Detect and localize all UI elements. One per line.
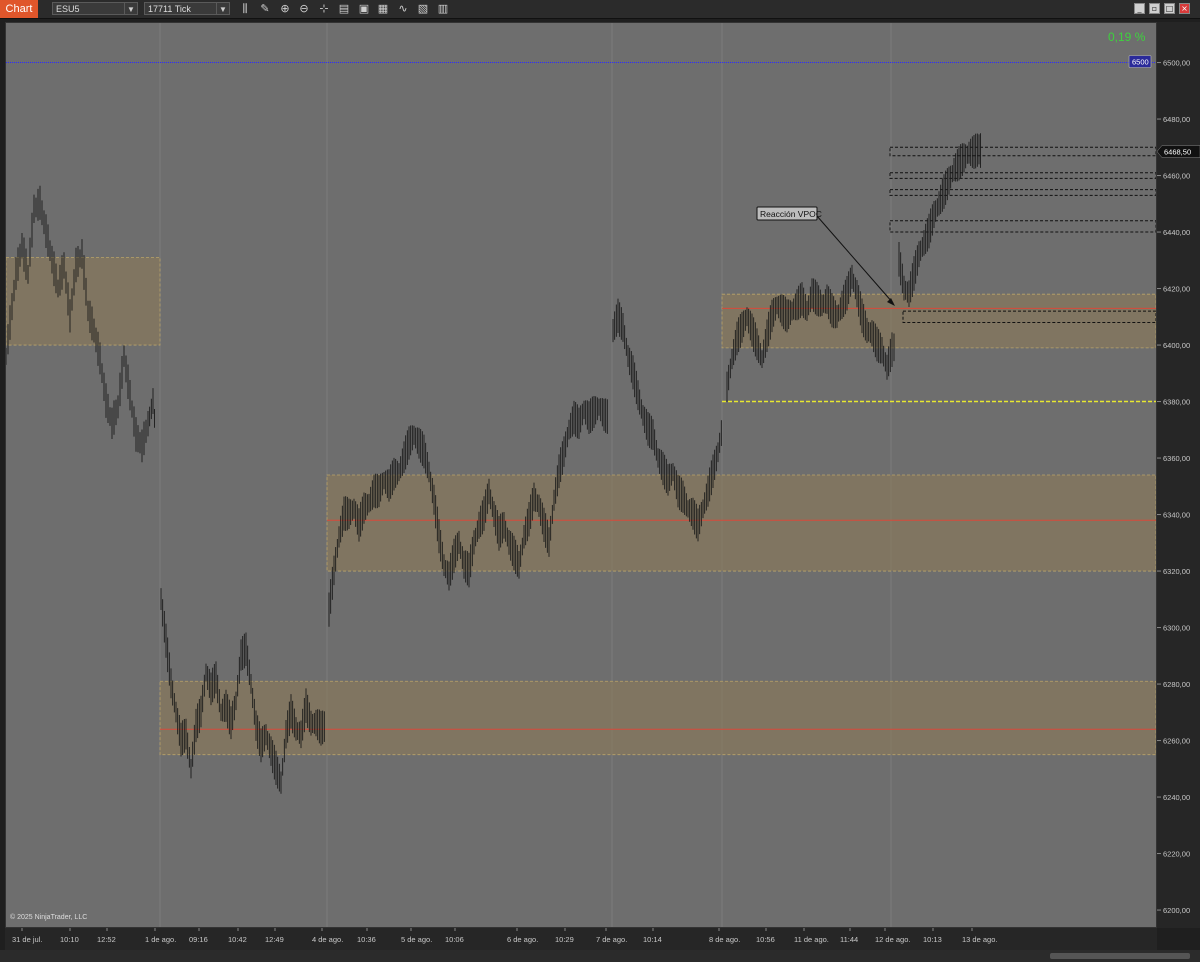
chart-trader-icon[interactable]: ▥ <box>436 2 450 16</box>
zone-box <box>889 220 1157 233</box>
value-area-zone <box>5 257 161 346</box>
time-tick-label: 1 de ago. <box>145 935 176 944</box>
time-tick-label: 10:29 <box>555 935 574 944</box>
price-tick-label: 6420,00 <box>1163 285 1190 294</box>
indicators-icon[interactable]: ∿ <box>396 2 410 16</box>
instrument-value: ESU5 <box>56 4 80 14</box>
zone-box <box>889 189 1157 196</box>
zone-box <box>889 172 1157 179</box>
time-tick-label: 31 de jul. <box>12 935 42 944</box>
price-tick-label: 6440,00 <box>1163 228 1190 237</box>
price-tick-label: 6200,00 <box>1163 906 1190 915</box>
price-tick-label: 6340,00 <box>1163 511 1190 520</box>
price-tick-label: 6280,00 <box>1163 680 1190 689</box>
price-tick-label: 6460,00 <box>1163 172 1190 181</box>
price-axis[interactable]: 6500,00 6480,00 6460,00 6440,00 6420,00 6400,… <box>1156 22 1200 928</box>
chevron-down-icon[interactable]: ▼ <box>124 3 137 14</box>
time-axis[interactable]: 31 de jul. 10:10 12:52 1 de ago. 09:16 10:42 1… <box>5 928 1157 950</box>
time-tick-label: 10:36 <box>357 935 376 944</box>
price-tick-label: 6320,00 <box>1163 567 1190 576</box>
chart-toolbar: Chart ESU5 ▼ 17711 Tick ▼ ⫼ ✎ ⊕ ⊖ ⊹ ▤ ▣ … <box>0 0 1200 19</box>
minimize-icon[interactable]: _ <box>1134 3 1145 14</box>
time-tick-label: 10:56 <box>756 935 775 944</box>
price-tick-label: 6400,00 <box>1163 341 1190 350</box>
chart-tab[interactable]: Chart <box>0 0 38 18</box>
price-tick-label: 6260,00 <box>1163 737 1190 746</box>
copyright-label: © 2025 NinjaTrader, LLC <box>10 914 88 921</box>
price-tick-label: 6380,00 <box>1163 398 1190 407</box>
templates-icon[interactable]: ▣ <box>357 2 371 16</box>
price-tick-label: 6220,00 <box>1163 850 1190 859</box>
time-axis-labels: 31 de jul. 10:10 12:52 1 de ago. 09:16 10:42 1… <box>12 928 997 944</box>
price-tick-label: 6240,00 <box>1163 793 1190 802</box>
time-tick-label: 5 de ago. <box>401 935 432 944</box>
last-price-label: 6468,50 <box>1164 148 1191 157</box>
chevron-down-icon[interactable]: ▼ <box>216 3 229 14</box>
interval-value: 17711 Tick <box>148 4 191 14</box>
price-tick-label: 6480,00 <box>1163 115 1190 124</box>
price-tick-label: 6360,00 <box>1163 454 1190 463</box>
close-icon[interactable]: × <box>1179 3 1190 14</box>
restore-icon[interactable]: ▫ <box>1149 3 1160 14</box>
annotation-label: Reacción VPOC <box>760 209 822 219</box>
time-tick-label: 09:16 <box>189 935 208 944</box>
properties-icon[interactable]: ▦ <box>376 2 390 16</box>
bar-type-icon[interactable]: ⫼ <box>238 2 252 16</box>
price-panel[interactable]: Reacción VPOC 6500 <box>5 22 1157 928</box>
level-marker-label: 6500 <box>1132 58 1149 67</box>
instrument-selector[interactable]: ESU5 ▼ <box>52 2 138 15</box>
time-tick-label: 6 de ago. <box>507 935 538 944</box>
time-tick-label: 10:06 <box>445 935 464 944</box>
time-tick-label: 8 de ago. <box>709 935 740 944</box>
horizontal-scrollbar[interactable] <box>0 950 1200 962</box>
interval-selector[interactable]: 17711 Tick ▼ <box>144 2 230 15</box>
time-tick-label: 10:10 <box>60 935 79 944</box>
zone-box <box>889 146 1157 157</box>
chart-window: Chart ESU5 ▼ 17711 Tick ▼ ⫼ ✎ ⊕ ⊖ ⊹ ▤ ▣ … <box>0 0 1200 962</box>
time-tick-label: 10:42 <box>228 935 247 944</box>
price-axis-labels: 6500,00 6480,00 6460,00 6440,00 6420,00 6400,… <box>1156 59 1200 915</box>
time-tick-label: 11 de ago. <box>794 935 829 944</box>
price-tick-label: 6300,00 <box>1163 624 1190 633</box>
time-tick-label: 12:49 <box>265 935 284 944</box>
zoom-in-icon[interactable]: ⊕ <box>278 2 292 16</box>
drawing-pencil-icon[interactable]: ✎ <box>258 2 272 16</box>
zoom-out-icon[interactable]: ⊖ <box>297 2 311 16</box>
maximize-icon[interactable]: □ <box>1164 3 1175 14</box>
value-area-zone <box>326 474 1157 572</box>
time-tick-label: 12 de ago. <box>875 935 910 944</box>
data-box-icon[interactable]: ▤ <box>337 2 351 16</box>
percent-change-label: 0,19 % <box>1108 30 1146 44</box>
time-tick-label: 7 de ago. <box>596 935 627 944</box>
time-tick-label: 10:14 <box>643 935 662 944</box>
time-tick-label: 11:44 <box>840 935 858 944</box>
time-tick-label: 12:52 <box>97 935 116 944</box>
price-tick-label: 6500,00 <box>1163 59 1190 68</box>
time-tick-label: 13 de ago. <box>962 935 997 944</box>
strategies-icon[interactable]: ▧ <box>416 2 430 16</box>
scrollbar-thumb[interactable] <box>1050 953 1190 959</box>
time-tick-label: 10:13 <box>923 935 942 944</box>
crosshair-icon[interactable]: ⊹ <box>317 2 331 16</box>
time-tick-label: 4 de ago. <box>312 935 343 944</box>
price-chart: Reacción VPOC 6500 <box>5 23 1157 927</box>
